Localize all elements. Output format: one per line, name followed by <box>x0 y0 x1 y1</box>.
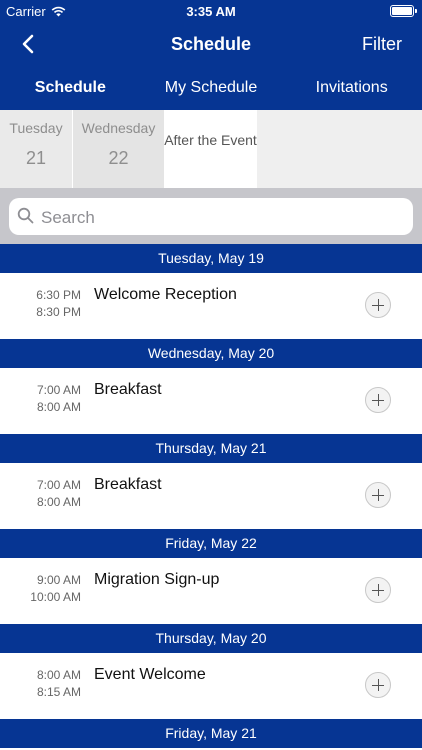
session-times: 7:00 AM 8:00 AM <box>37 477 81 511</box>
session-name: Breakfast <box>94 381 162 398</box>
add-to-schedule-button[interactable] <box>365 672 391 698</box>
end-time: 8:15 AM <box>36 685 81 699</box>
end-time: 8:00 AM <box>36 495 81 509</box>
tab-invitations[interactable]: Invitations <box>281 66 422 110</box>
session-times: 7:00 AM 8:00 AM <box>37 382 81 416</box>
list-item[interactable]: 7:00 AM 8:00 AM Breakfast <box>0 463 422 529</box>
end-time: 8:00 AM <box>36 400 81 414</box>
battery-icon <box>390 5 417 17</box>
start-time: 6:30 PM <box>36 288 81 302</box>
schedule-list: Tuesday, May 19 6:30 PM 8:30 PM Welcome … <box>0 244 422 748</box>
section-header: Friday, May 22 <box>0 529 422 558</box>
session-name: Welcome Reception <box>94 286 237 303</box>
tab-my-schedule[interactable]: My Schedule <box>141 66 282 110</box>
filter-button[interactable]: Filter <box>362 34 402 55</box>
status-bar: Carrier 3:35 AM <box>0 0 422 22</box>
day-selector: Tuesday 21 Wednesday 22 After the Event <box>0 110 422 188</box>
section-header: Friday, May 21 <box>0 719 422 748</box>
start-time: 7:00 AM <box>36 383 81 397</box>
session-times: 6:30 PM 8:30 PM <box>36 287 81 321</box>
end-time: 8:30 PM <box>36 305 81 319</box>
section-header: Thursday, May 21 <box>0 434 422 463</box>
nav-bar: Schedule Filter <box>0 22 422 66</box>
list-item[interactable]: 8:00 AM 8:15 AM Event Welcome <box>0 653 422 719</box>
start-time: 8:00 AM <box>36 668 81 682</box>
section-header: Thursday, May 20 <box>0 624 422 653</box>
day-number: 21 <box>25 148 47 168</box>
add-to-schedule-button[interactable] <box>365 292 391 318</box>
section-header: Tuesday, May 19 <box>0 244 422 273</box>
search-icon <box>17 207 34 224</box>
status-time: 3:35 AM <box>186 4 236 19</box>
add-to-schedule-button[interactable] <box>365 577 391 603</box>
start-time: 7:00 AM <box>36 478 81 492</box>
add-to-schedule-button[interactable] <box>365 387 391 413</box>
tab-schedule[interactable]: Schedule <box>0 66 141 110</box>
session-name: Breakfast <box>94 476 162 493</box>
session-name: Event Welcome <box>94 666 206 683</box>
end-time: 10:00 AM <box>30 590 81 604</box>
section-header: Wednesday, May 20 <box>0 339 422 368</box>
start-time: 9:00 AM <box>36 573 81 587</box>
day-number: 22 <box>108 148 129 168</box>
day-name: Wednesday <box>81 120 156 136</box>
day-name: Tuesday <box>9 120 63 136</box>
list-item[interactable]: 9:00 AM 10:00 AM Migration Sign-up <box>0 558 422 624</box>
day-after-event[interactable]: After the Event <box>164 110 257 188</box>
session-times: 8:00 AM 8:15 AM <box>37 667 81 701</box>
tab-bar: Schedule My Schedule Invitations <box>0 66 422 110</box>
day-name: After the Event <box>164 132 257 148</box>
page-title: Schedule <box>170 34 252 54</box>
session-name: Migration Sign-up <box>94 571 220 588</box>
session-times: 9:00 AM 10:00 AM <box>30 572 81 606</box>
day-wednesday[interactable]: Wednesday 22 <box>73 110 164 188</box>
list-item[interactable]: 7:00 AM 8:00 AM Breakfast <box>0 368 422 434</box>
list-item[interactable]: 6:30 PM 8:30 PM Welcome Reception <box>0 273 422 339</box>
search-bar <box>0 188 422 244</box>
day-tuesday[interactable]: Tuesday 21 <box>0 110 73 188</box>
search-input[interactable] <box>39 198 403 237</box>
search-field[interactable] <box>9 198 413 237</box>
add-to-schedule-button[interactable] <box>365 482 391 508</box>
